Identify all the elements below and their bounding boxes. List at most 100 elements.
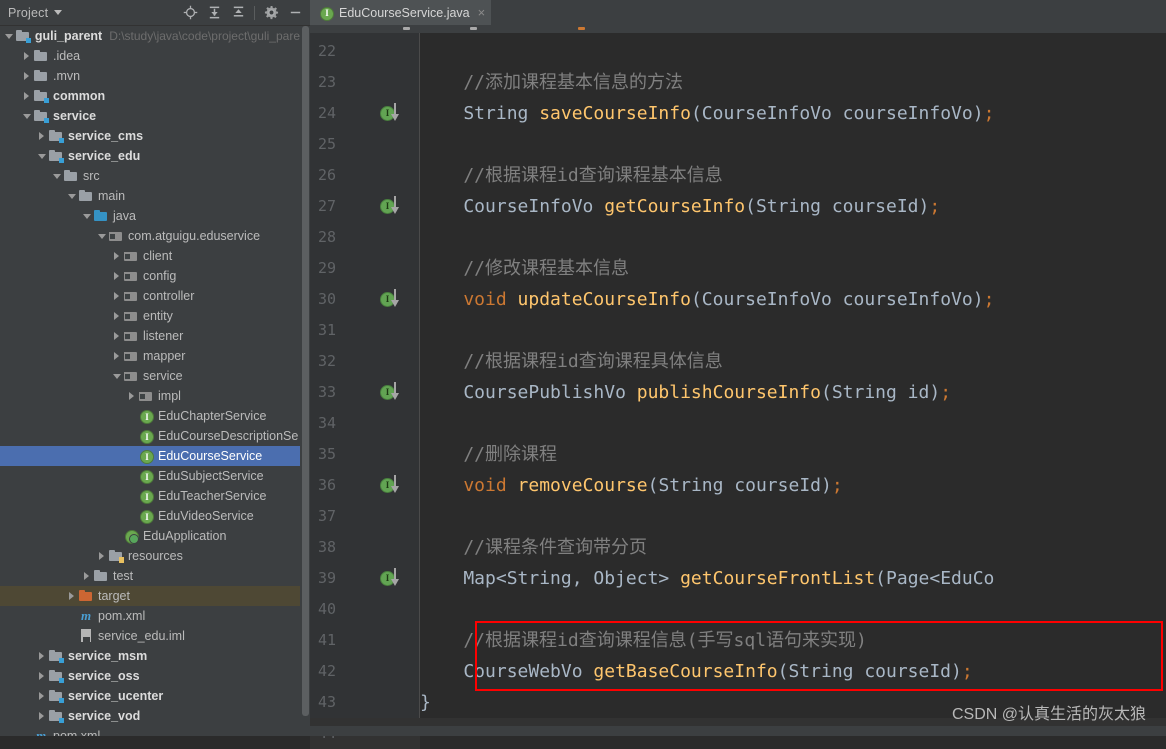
chevron-right-icon[interactable] — [111, 251, 122, 262]
chevron-right-icon[interactable] — [21, 71, 32, 82]
chevron-right-icon[interactable] — [111, 291, 122, 302]
project-tree-scroll-area[interactable]: guli_parent D:\study\java\code\project\gu… — [0, 26, 310, 736]
chevron-right-icon[interactable] — [66, 591, 77, 602]
implemented-method-gutter-icon[interactable]: I — [380, 98, 408, 129]
project-panel-title[interactable]: Project — [8, 6, 48, 20]
tree-item-common[interactable]: common — [0, 86, 300, 106]
tree-item-.mvn[interactable]: .mvn — [0, 66, 300, 86]
tree-item-label: config — [143, 269, 177, 283]
chevron-down-icon[interactable] — [96, 231, 107, 242]
chevron-right-icon[interactable] — [111, 331, 122, 342]
code-token: ( — [690, 289, 702, 310]
tree-item-path: D:\study\java\code\project\guli_pare — [109, 29, 300, 43]
code-line: void removeCourse(String courseId); — [420, 470, 842, 501]
project-toolbar-buttons — [179, 0, 306, 25]
chevron-down-icon[interactable] — [81, 211, 92, 222]
tree-item-service_oss[interactable]: service_oss — [0, 666, 300, 686]
chevron-right-icon[interactable] — [36, 651, 47, 662]
tree-item-educhapterservice[interactable]: I EduChapterService — [0, 406, 300, 426]
chevron-right-icon[interactable] — [36, 131, 47, 142]
tree-item-label: EduCourseService — [158, 449, 263, 463]
chevron-right-icon[interactable] — [36, 691, 47, 702]
tree-item-eduteacherservice[interactable]: I EduTeacherService — [0, 486, 300, 506]
tree-item-service[interactable]: service — [0, 366, 300, 386]
tree-item-target[interactable]: target — [0, 586, 300, 606]
tree-item-educoursedescriptionse[interactable]: I EduCourseDescriptionSe — [0, 426, 300, 446]
code-line: //课程条件查询带分页 — [420, 532, 647, 563]
line-number: 33 — [317, 383, 336, 401]
tree-item-.idea[interactable]: .idea — [0, 46, 300, 66]
chevron-right-icon[interactable] — [21, 91, 32, 102]
chevron-right-icon[interactable] — [81, 571, 92, 582]
editor-tab-educourseservice[interactable]: I EduCourseService.java × — [310, 0, 492, 27]
tree-item-pom.xml[interactable]: m pom.xml — [0, 726, 300, 736]
chevron-right-icon[interactable] — [126, 391, 137, 402]
chevron-right-icon[interactable] — [36, 711, 47, 722]
tree-item-guli_parent[interactable]: guli_parent D:\study\java\code\project\gu… — [0, 26, 300, 46]
tree-item-impl[interactable]: impl — [0, 386, 300, 406]
tree-item-client[interactable]: client — [0, 246, 300, 266]
tree-item-service_cms[interactable]: service_cms — [0, 126, 300, 146]
chevron-down-icon[interactable] — [21, 111, 32, 122]
chevron-right-icon[interactable] — [111, 351, 122, 362]
collapse-all-icon[interactable] — [227, 2, 249, 24]
tree-item-com.atguigu.eduservice[interactable]: com.atguigu.eduservice — [0, 226, 300, 246]
chevron-right-icon[interactable] — [36, 671, 47, 682]
tree-item-label: service_ucenter — [68, 689, 164, 703]
hide-panel-icon[interactable] — [284, 2, 306, 24]
chevron-down-icon[interactable] — [3, 31, 14, 42]
close-icon[interactable]: × — [478, 6, 486, 19]
tree-item-src[interactable]: src — [0, 166, 300, 186]
tree-item-service_edu[interactable]: service_edu — [0, 146, 300, 166]
tree-item-edusubjectservice[interactable]: I EduSubjectService — [0, 466, 300, 486]
tree-item-listener[interactable]: listener — [0, 326, 300, 346]
tree-item-mapper[interactable]: mapper — [0, 346, 300, 366]
chevron-right-icon[interactable] — [21, 51, 32, 62]
tree-item-java[interactable]: java — [0, 206, 300, 226]
tree-item-service_vod[interactable]: service_vod — [0, 706, 300, 726]
line-number: 24 — [317, 104, 336, 122]
tree-item-resources[interactable]: resources — [0, 546, 300, 566]
breadcrumb-marker — [403, 27, 410, 30]
tree-item-eduapplication[interactable]: EduApplication — [0, 526, 300, 546]
code-token: saveCourseInfo — [539, 103, 691, 124]
tree-item-entity[interactable]: entity — [0, 306, 300, 326]
tree-item-eduvideoservice[interactable]: I EduVideoService — [0, 506, 300, 526]
module-folder-icon — [15, 28, 31, 44]
tree-item-controller[interactable]: controller — [0, 286, 300, 306]
implemented-method-gutter-icon[interactable]: I — [380, 284, 408, 315]
implemented-method-gutter-icon[interactable]: I — [380, 563, 408, 594]
tree-item-service_ucenter[interactable]: service_ucenter — [0, 686, 300, 706]
implemented-method-gutter-icon[interactable]: I — [380, 470, 408, 501]
breadcrumb-marker-modified — [578, 27, 585, 30]
chevron-right-icon[interactable] — [111, 311, 122, 322]
tree-item-service[interactable]: service — [0, 106, 300, 126]
tree-item-pom.xml[interactable]: m pom.xml — [0, 606, 300, 626]
settings-gear-icon[interactable] — [260, 2, 282, 24]
editor-gutter[interactable]: 22 23 24 I 25 26 27 I 28 29 30 I 31 32 33 I 34 35 36 I 37 38 3… — [310, 33, 420, 749]
tree-item-test[interactable]: test — [0, 566, 300, 586]
chevron-down-icon[interactable] — [111, 371, 122, 382]
chevron-down-icon[interactable] — [36, 151, 47, 162]
tree-item-service_edu.iml[interactable]: service_edu.iml — [0, 626, 300, 646]
package-icon — [123, 348, 139, 364]
chevron-down-icon[interactable] — [66, 191, 77, 202]
interface-icon: I — [138, 508, 154, 524]
implemented-method-gutter-icon[interactable]: I — [380, 191, 408, 222]
tree-item-config[interactable]: config — [0, 266, 300, 286]
locate-icon[interactable] — [179, 2, 201, 24]
tree-item-label: impl — [158, 389, 181, 403]
code-token: CourseInfoVo — [420, 196, 605, 217]
tree-item-service_msm[interactable]: service_msm — [0, 646, 300, 666]
implemented-method-gutter-icon[interactable]: I — [380, 377, 408, 408]
line-number: 35 — [317, 445, 336, 463]
chevron-right-icon[interactable] — [111, 271, 122, 282]
chevron-down-icon[interactable] — [54, 10, 63, 15]
tree-item-educourseservice[interactable]: I EduCourseService — [0, 446, 300, 466]
chevron-right-icon[interactable] — [96, 551, 107, 562]
code-token: ( — [875, 568, 887, 589]
chevron-down-icon[interactable] — [51, 171, 62, 182]
expand-all-icon[interactable] — [203, 2, 225, 24]
tree-item-main[interactable]: main — [0, 186, 300, 206]
